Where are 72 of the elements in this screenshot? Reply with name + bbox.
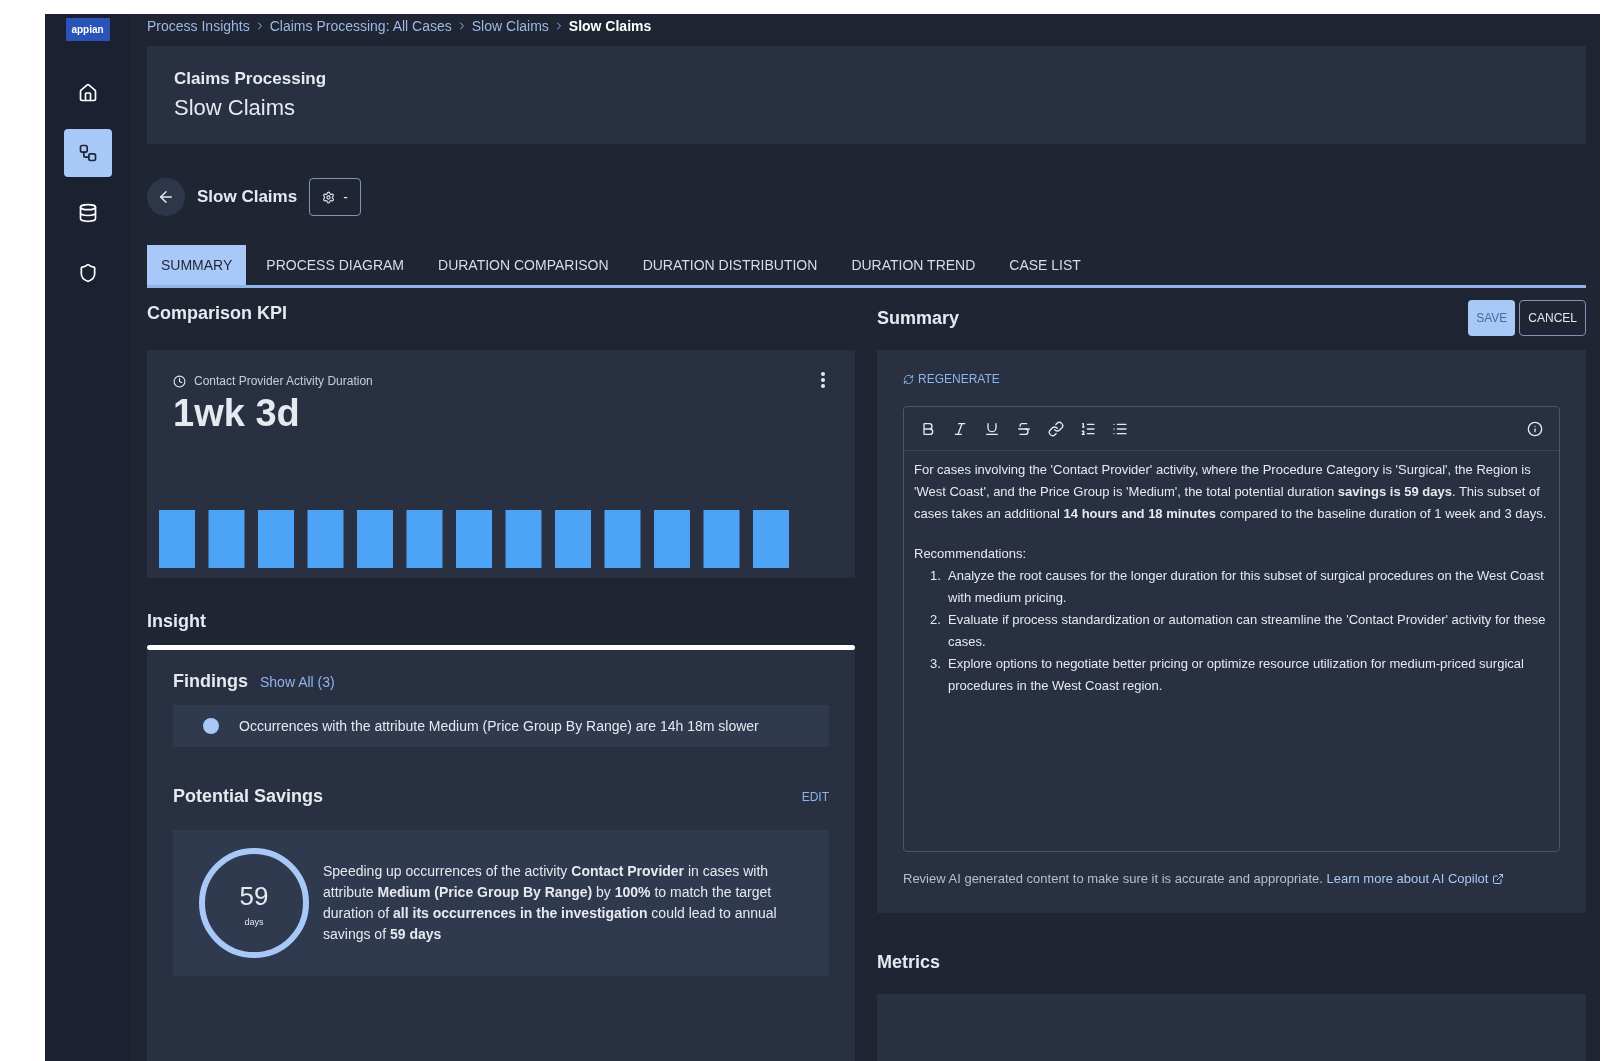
breadcrumb-link[interactable]: Claims Processing: All Cases [269, 15, 452, 37]
findings-title: Findings [173, 670, 248, 693]
chart-bar [307, 509, 344, 568]
section-heading: Metrics [877, 951, 942, 974]
chart-bar [555, 509, 591, 568]
tab[interactable]: DURATION TREND [837, 245, 990, 285]
list-number: 1. [930, 567, 942, 585]
chart-bar [456, 509, 492, 568]
summary-paragraph: For cases involving the 'Contact Provider' activity, where the Procedure Category is 'Surgical', the Region is 'West Coast', and the Price Group is 'Medium', the total potential duration savings is 59 days. This subset of cases takes an additional 14 hours and 18 minutes compared to the baseline duration of 1 week and 3 days. [914, 461, 1548, 523]
tab[interactable]: SUMMARY [147, 245, 247, 285]
regenerate-button[interactable]: REGENERATE [903, 370, 1000, 388]
process-icon [77, 143, 98, 163]
filter-button[interactable]: - [309, 178, 361, 216]
chart-bar [159, 509, 195, 568]
clock-icon [173, 374, 186, 388]
bold-icon[interactable] [920, 420, 936, 437]
recommendation-text: Evaluate if process standardization or automation can streamline the 'Contact Provider' activity for these cases. [948, 611, 1547, 651]
rich-text-editor[interactable] [903, 406, 1560, 852]
kpi-label: Contact Provider Activity Duration [194, 373, 373, 390]
recommendation-text: Explore options to negotiate better pricing or optimize resource utilization for medium-priced surgical procedures in the West Coast region. [948, 655, 1525, 695]
breadcrumb-link[interactable]: Process Insights [147, 15, 250, 37]
italic-icon[interactable] [952, 420, 968, 437]
header-subtitle: Claims Processing [174, 67, 328, 90]
learn-more-link[interactable]: Learn more about AI Copilot [1326, 868, 1505, 889]
edit-button[interactable]: EDIT [801, 787, 829, 806]
chart-bar [208, 509, 245, 568]
underline-icon[interactable] [984, 420, 1000, 437]
chart-bar [654, 509, 690, 568]
strikethrough-icon[interactable] [1016, 420, 1032, 437]
chart-bar [258, 509, 294, 568]
list-number: 2. [930, 611, 942, 629]
chart-bar [505, 509, 542, 568]
header-title: Slow Claims [174, 94, 297, 123]
refresh-icon [903, 373, 914, 385]
external-link-icon [1492, 872, 1505, 885]
savings-title: Potential Savings [173, 785, 324, 808]
list-number: 3. [930, 655, 942, 673]
info-icon[interactable] [1527, 420, 1543, 437]
disclaimer-text: Review AI generated content to make sure it is accurate and appropriate. Learn more about AI Copilot [903, 868, 1560, 889]
savings-text: Speeding up occurrences of the activity Contact Provider in cases with attribute Medium (Price Group By Range) by 100% to match the target duration of all its occurrences in the investigation could lead to annual savings of 59 days [323, 862, 778, 944]
kpi-value: 1wk 3d [173, 391, 301, 436]
data-icon [77, 203, 98, 223]
breadcrumb-link[interactable]: Slow Claims [471, 15, 549, 37]
more-icon[interactable] [821, 372, 825, 388]
section-heading: Insight [147, 610, 207, 633]
tab[interactable]: DURATION DISTRIBUTION [628, 245, 832, 285]
nav-button[interactable] [63, 129, 112, 177]
chart-bar [753, 509, 789, 568]
breadcrumb-link[interactable]: Slow Claims [568, 15, 652, 37]
chart-bar [703, 509, 740, 568]
home-icon [77, 83, 98, 103]
section-heading: Comparison KPI [147, 302, 289, 325]
tab[interactable]: CASE LIST [995, 245, 1095, 285]
chart-bar [604, 509, 641, 568]
tab[interactable]: PROCESS DIAGRAM [252, 245, 418, 285]
gear-icon [322, 190, 336, 204]
savings-unit: days [244, 915, 264, 929]
savings-value: 59 [239, 879, 269, 913]
recommendations-label: Recommendations: [914, 545, 1027, 563]
logo: appian [65, 18, 110, 41]
recommendation-text: Analyze the root causes for the longer duration for this subset of surgical procedures on the West Coast with medium pricing. [948, 567, 1545, 607]
cancel-button[interactable]: CANCEL [1519, 300, 1586, 336]
link-icon[interactable] [1048, 420, 1064, 437]
back-button[interactable] [147, 178, 185, 216]
chart-bar [406, 509, 443, 568]
section-heading: Summary [877, 306, 960, 330]
show-all-link[interactable]: Show All (3) [260, 672, 335, 693]
investigation-title: Slow Claims [197, 186, 298, 209]
tab[interactable]: DURATION COMPARISON [424, 245, 623, 285]
finding-text: Occurrences with the attribute Medium (Price Group By Range) are 14h 18m slower [239, 717, 760, 736]
numbered-list-icon[interactable] [1080, 420, 1096, 437]
chart-bar [357, 509, 393, 568]
